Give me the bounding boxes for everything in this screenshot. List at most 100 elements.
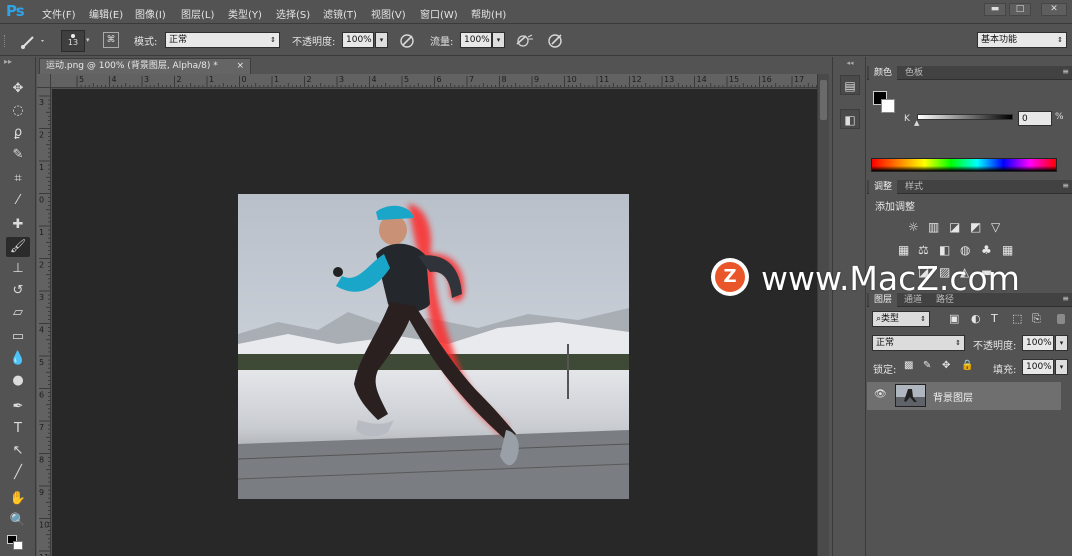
opacity-dropdown[interactable]: ▾ <box>375 32 388 48</box>
tab-swatches[interactable]: 色板 <box>900 66 928 80</box>
dodge-tool-icon[interactable]: ● <box>6 371 30 391</box>
panel-menu-icon[interactable]: ≡ <box>1062 294 1069 303</box>
curves-icon[interactable]: ◪ <box>949 220 960 234</box>
menu-filter[interactable]: 滤镜(T) <box>323 6 357 21</box>
history-brush-tool-icon[interactable]: ↺ <box>6 281 30 301</box>
pen-tool-icon[interactable]: ✒ <box>6 397 30 417</box>
color-lookup-icon[interactable]: ▦ <box>1002 243 1013 257</box>
fill-dropdown[interactable]: ▾ <box>1055 359 1068 375</box>
black-white-icon[interactable]: ◧ <box>939 243 950 257</box>
levels-icon[interactable]: ▥ <box>928 220 939 234</box>
healing-brush-tool-icon[interactable]: ✚ <box>6 215 30 235</box>
layer-filter-select[interactable]: ⌕类型 ⇕ <box>872 311 930 327</box>
menu-image[interactable]: 图像(I) <box>135 6 166 21</box>
tab-styles[interactable]: 样式 <box>900 180 928 194</box>
airbrush-icon[interactable] <box>514 31 534 49</box>
panel-menu-icon[interactable]: ≡ <box>1062 67 1069 76</box>
vibrance-icon[interactable]: ▽ <box>991 220 1000 234</box>
lock-all-icon[interactable]: 🔒 <box>961 360 973 371</box>
marquee-tool-icon[interactable]: ◌ <box>6 101 30 121</box>
menu-select[interactable]: 选择(S) <box>276 6 310 21</box>
stamp-tool-icon[interactable]: ⊥ <box>6 259 30 279</box>
lock-pixels-icon[interactable]: ✎ <box>923 360 931 371</box>
eyedropper-tool-icon[interactable]: ⁄ <box>6 191 30 211</box>
brush-preset-picker[interactable] <box>18 31 46 51</box>
slider-handle-icon[interactable]: ▲ <box>914 119 919 127</box>
collapse-icon[interactable]: ◂◂ <box>833 59 867 67</box>
fill-input[interactable]: 100% <box>1022 359 1054 375</box>
gradient-tool-icon[interactable]: ▭ <box>6 327 30 347</box>
pressure-opacity-icon[interactable] <box>398 31 416 49</box>
photo-filter-icon[interactable]: ◍ <box>960 243 970 257</box>
panel-menu-icon[interactable]: ≡ <box>1062 181 1069 190</box>
menu-file[interactable]: 文件(F) <box>42 6 76 21</box>
minimize-button[interactable]: ▬ <box>984 3 1006 16</box>
color-spectrum[interactable] <box>871 158 1057 172</box>
line-tool-icon[interactable]: ╱ <box>6 463 30 483</box>
filter-adjustment-icon[interactable]: ◐ <box>971 312 981 325</box>
channel-mixer-icon[interactable]: ♣ <box>981 243 992 257</box>
document-tab[interactable]: 运动.png @ 100% (背景图层, Alpha/8) * × <box>39 58 251 74</box>
move-tool-icon[interactable]: ✥ <box>6 79 30 99</box>
tab-color[interactable]: 颜色 <box>869 66 898 80</box>
menu-help[interactable]: 帮助(H) <box>471 6 506 21</box>
filter-pixel-icon[interactable]: ▣ <box>949 312 959 325</box>
pressure-size-icon[interactable] <box>546 31 564 49</box>
opacity-label: 不透明度: <box>292 37 336 48</box>
menu-type[interactable]: 类型(Y) <box>228 6 262 21</box>
crop-tool-icon[interactable]: ⌗ <box>6 169 30 189</box>
filter-smart-object-icon[interactable]: ⎘ <box>1032 312 1041 326</box>
brush-panel-toggle-icon[interactable]: ⌘ <box>103 32 119 48</box>
filter-type-icon[interactable]: T <box>991 312 998 325</box>
tab-adjustments[interactable]: 调整 <box>869 180 898 194</box>
collapse-icon[interactable]: ▸▸ <box>4 57 12 66</box>
layer-row[interactable]: 👁 背景图层 <box>867 382 1061 410</box>
blur-tool-icon[interactable]: 💧 <box>6 349 30 369</box>
close-tab-icon[interactable]: × <box>236 59 244 74</box>
quick-select-tool-icon[interactable]: ✎ <box>6 145 30 165</box>
hue-saturation-icon[interactable]: ▦ <box>898 243 909 257</box>
background-color-swatch[interactable] <box>13 541 23 550</box>
hand-tool-icon[interactable]: ✋ <box>6 489 30 509</box>
background-color-swatch[interactable] <box>881 99 895 113</box>
properties-icon[interactable]: ◧ <box>840 109 860 129</box>
scroll-thumb[interactable] <box>820 80 827 120</box>
mode-select[interactable]: 正常 ⇕ <box>165 32 280 48</box>
flow-input[interactable]: 100% <box>460 32 492 48</box>
history-icon[interactable]: ▤ <box>840 75 860 95</box>
eraser-tool-icon[interactable]: ▱ <box>6 303 30 323</box>
flow-dropdown[interactable]: ▾ <box>492 32 505 48</box>
lasso-tool-icon[interactable]: ϼ <box>6 123 30 143</box>
layer-opacity-dropdown[interactable]: ▾ <box>1055 335 1068 351</box>
ruler-origin[interactable] <box>37 74 51 88</box>
horizontal-ruler[interactable]: 5 4 3 2 1 0 1 2 3 4 5 6 7 8 9 10 11 12 13 14 15 16 17 <box>51 74 817 88</box>
menu-window[interactable]: 窗口(W) <box>420 6 458 21</box>
k-slider[interactable] <box>917 114 1013 120</box>
type-tool-icon[interactable]: T <box>6 419 30 439</box>
vertical-scrollbar[interactable] <box>817 74 829 556</box>
color-balance-icon[interactable]: ⚖ <box>918 243 929 257</box>
brightness-icon[interactable]: ☼ <box>908 220 919 234</box>
close-button[interactable]: ✕ <box>1041 3 1067 16</box>
lock-transparent-icon[interactable]: ▩ <box>904 360 913 371</box>
watermark-text: www.MacZ.com <box>761 259 1020 298</box>
menu-edit[interactable]: 编辑(E) <box>89 6 123 21</box>
blend-mode-select[interactable]: 正常 ⇕ <box>872 335 965 351</box>
eye-icon[interactable]: 👁 <box>874 389 887 400</box>
menu-view[interactable]: 视图(V) <box>371 6 406 21</box>
menu-layer[interactable]: 图层(L) <box>181 6 214 21</box>
layer-opacity-input[interactable]: 100% <box>1022 335 1054 351</box>
filter-shape-icon[interactable]: ⬚ <box>1012 312 1022 325</box>
exposure-icon[interactable]: ◩ <box>970 220 981 234</box>
lock-position-icon[interactable]: ✥ <box>942 360 950 371</box>
zoom-tool-icon[interactable]: 🔍 <box>6 511 30 531</box>
brush-tool-icon[interactable]: 🖌 <box>6 237 30 257</box>
k-value-input[interactable]: 0 <box>1018 111 1052 126</box>
path-select-tool-icon[interactable]: ↖ <box>6 441 30 461</box>
vertical-ruler[interactable]: 32101234567891011 <box>37 88 51 556</box>
workspace-select[interactable]: 基本功能 ⇕ <box>977 32 1067 48</box>
restore-button[interactable]: □ <box>1009 3 1031 16</box>
filter-toggle[interactable] <box>1057 314 1065 324</box>
brush-size-picker[interactable]: 13 <box>61 30 85 52</box>
opacity-input[interactable]: 100% <box>342 32 374 48</box>
